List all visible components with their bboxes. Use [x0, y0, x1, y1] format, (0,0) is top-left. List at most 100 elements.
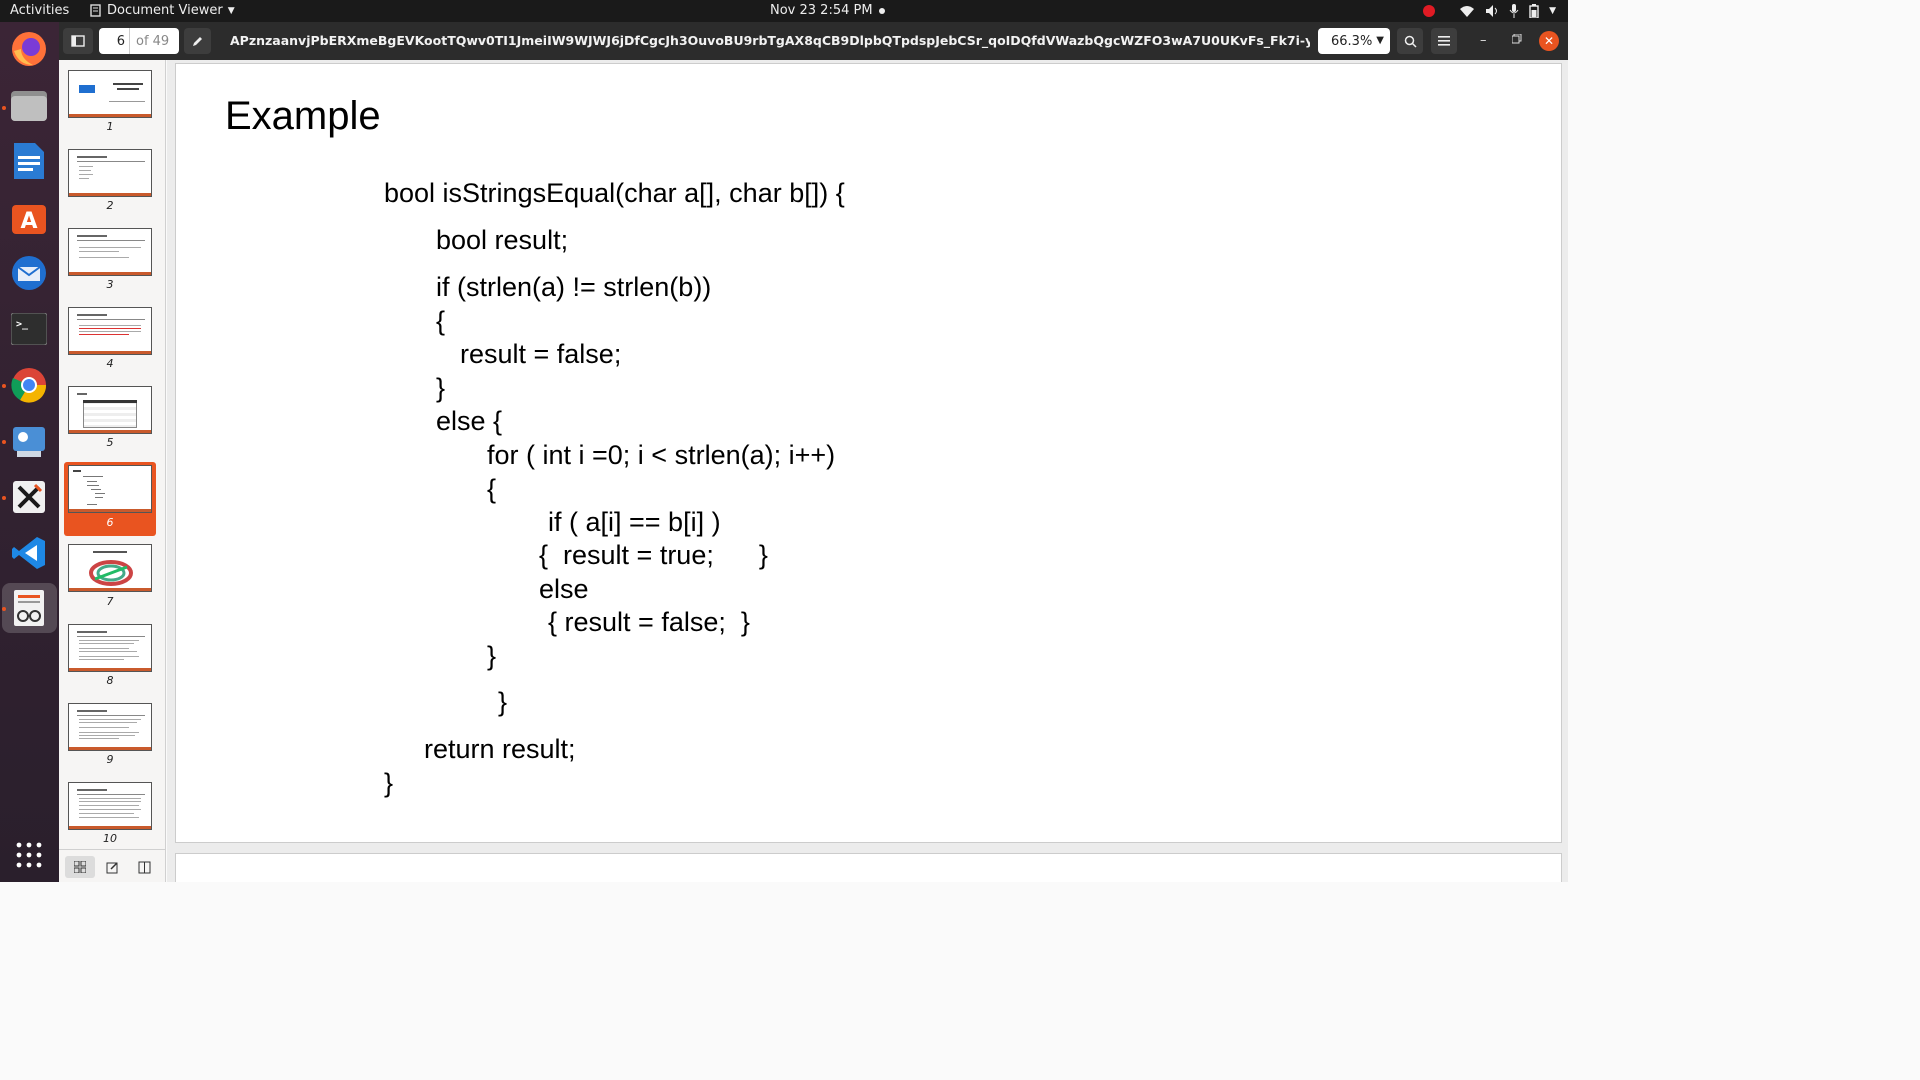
firefox-icon[interactable]	[8, 28, 50, 70]
search-icon	[1404, 35, 1417, 48]
code-line: }	[487, 641, 497, 671]
page-thumbnail-selected[interactable]	[68, 465, 152, 513]
show-apps-icon[interactable]	[8, 834, 50, 876]
code-line: bool result;	[436, 225, 569, 255]
minimize-button[interactable]: –	[1480, 33, 1487, 48]
chevron-down-icon: ▼	[227, 5, 235, 16]
battery-icon	[1529, 4, 1539, 18]
page-number-label: 7	[106, 595, 114, 608]
document-title: APznzaanvjPbERXmeBgEVKootTQwv0TI1JmeiIW9…	[230, 33, 1310, 48]
page-current-input[interactable]: 6	[99, 34, 129, 49]
code-line: {	[487, 474, 497, 504]
dock: A >_	[0, 22, 59, 882]
video-editor-icon[interactable]	[8, 420, 50, 462]
page-6: Example bool isStringsEqual(char a[], ch…	[175, 63, 1562, 843]
running-indicator	[2, 607, 6, 611]
zoom-level: 66.3%	[1331, 33, 1373, 49]
svg-text:A: A	[20, 209, 37, 234]
thunderbird-icon[interactable]	[8, 252, 50, 294]
edit-icon	[106, 861, 118, 873]
chevron-down-icon: ▼	[1549, 6, 1556, 16]
book-icon	[138, 861, 150, 873]
svg-text:>_: >_	[16, 319, 29, 330]
files-icon[interactable]	[8, 84, 50, 126]
close-icon: ✕	[1543, 34, 1555, 48]
top-bar: Activities Document Viewer ▼ Nov 23 2:54…	[0, 0, 1568, 22]
grid-icon	[74, 861, 86, 873]
page-number-label: 8	[106, 674, 114, 687]
annotations-tab[interactable]	[97, 856, 127, 878]
writer-icon[interactable]	[8, 140, 50, 182]
thumbnail-sidebar: 1 2 3 4 5 6 7 8 9 10	[59, 60, 166, 882]
bookmarks-tab[interactable]	[129, 856, 159, 878]
code-line: bool isStringsEqual(char a[], char b[]) …	[384, 178, 845, 208]
page-7	[175, 853, 1562, 882]
app-menu-label: Document Viewer	[107, 3, 223, 18]
slide-title: Example	[225, 94, 381, 138]
microphone-icon	[1509, 4, 1519, 18]
annotate-button[interactable]	[184, 28, 211, 54]
sidebar-tabs	[59, 849, 165, 882]
page-thumbnail[interactable]	[68, 386, 152, 434]
page-number-label: 10	[103, 832, 117, 845]
code-line: }	[384, 768, 394, 798]
code-line: for ( int i =0; i < strlen(a); i++)	[487, 440, 836, 470]
recording-icon[interactable]	[1423, 5, 1436, 17]
document-viewer-icon[interactable]	[8, 587, 50, 629]
sidebar-icon	[71, 35, 85, 47]
chevron-down-icon: ▼	[1376, 35, 1384, 46]
activities-button[interactable]: Activities	[10, 3, 69, 18]
page-thumbnail[interactable]	[68, 703, 152, 751]
running-indicator	[2, 496, 6, 500]
close-button[interactable]: ✕	[1539, 31, 1559, 51]
page-number-label: 3	[106, 278, 114, 291]
code-line: }	[498, 687, 508, 717]
page-thumbnail[interactable]	[68, 70, 152, 118]
xournal-icon[interactable]	[8, 476, 50, 518]
code-line: return result;	[424, 734, 576, 764]
page-number-label: 5	[106, 436, 114, 449]
page-thumbnail[interactable]	[68, 228, 152, 276]
page-thumbnail[interactable]	[68, 149, 152, 197]
restore-icon	[1511, 33, 1522, 44]
thumbnails-tab[interactable]	[65, 856, 95, 878]
code-line: { result = true; }	[539, 540, 768, 570]
code-line: else {	[436, 406, 503, 436]
page-number-label: 9	[106, 753, 114, 766]
zoom-select[interactable]: 66.3% ▼	[1318, 28, 1390, 54]
main-menu-button[interactable]	[1431, 28, 1457, 54]
code-line: { result = false; }	[548, 607, 750, 637]
code-line: if (strlen(a) != strlen(b))	[436, 272, 712, 302]
code-line: if ( a[i] == b[i] )	[548, 507, 721, 537]
search-button[interactable]	[1397, 28, 1423, 54]
running-indicator	[2, 384, 6, 388]
chrome-icon[interactable]	[8, 364, 50, 406]
vscode-icon[interactable]	[8, 532, 50, 574]
code-line: result = false;	[460, 339, 622, 369]
page-number-field[interactable]: 6 of 49	[99, 28, 179, 54]
restore-button[interactable]	[1511, 33, 1522, 48]
notification-dot-icon	[878, 7, 885, 14]
page-total-label: of 49	[129, 28, 169, 54]
page-thumbnail[interactable]	[68, 307, 152, 355]
wifi-icon	[1460, 6, 1475, 17]
datetime: Nov 23 2:54 PM	[770, 3, 873, 18]
page-thumbnail[interactable]	[68, 544, 152, 592]
clock[interactable]: Nov 23 2:54 PM	[770, 3, 885, 18]
hamburger-icon	[1438, 36, 1450, 46]
system-tray[interactable]: ▼	[1423, 2, 1556, 20]
header-bar: 6 of 49 APznzaanvjPbERXmeBgEVKootTQwv0TI…	[59, 22, 1568, 60]
software-icon[interactable]: A	[8, 196, 50, 238]
sidebar-toggle-button[interactable]	[63, 28, 93, 54]
terminal-icon[interactable]: >_	[8, 308, 50, 350]
running-indicator	[2, 106, 6, 110]
volume-icon	[1486, 5, 1498, 17]
page-number-label: 2	[106, 199, 114, 212]
document-view[interactable]: Example bool isStringsEqual(char a[], ch…	[167, 60, 1568, 882]
code-line: else	[539, 574, 589, 604]
code-line: }	[436, 373, 446, 403]
document-viewer-icon	[90, 4, 101, 17]
page-thumbnail[interactable]	[68, 782, 152, 830]
app-menu[interactable]: Document Viewer ▼	[89, 3, 235, 18]
page-thumbnail[interactable]	[68, 624, 152, 672]
